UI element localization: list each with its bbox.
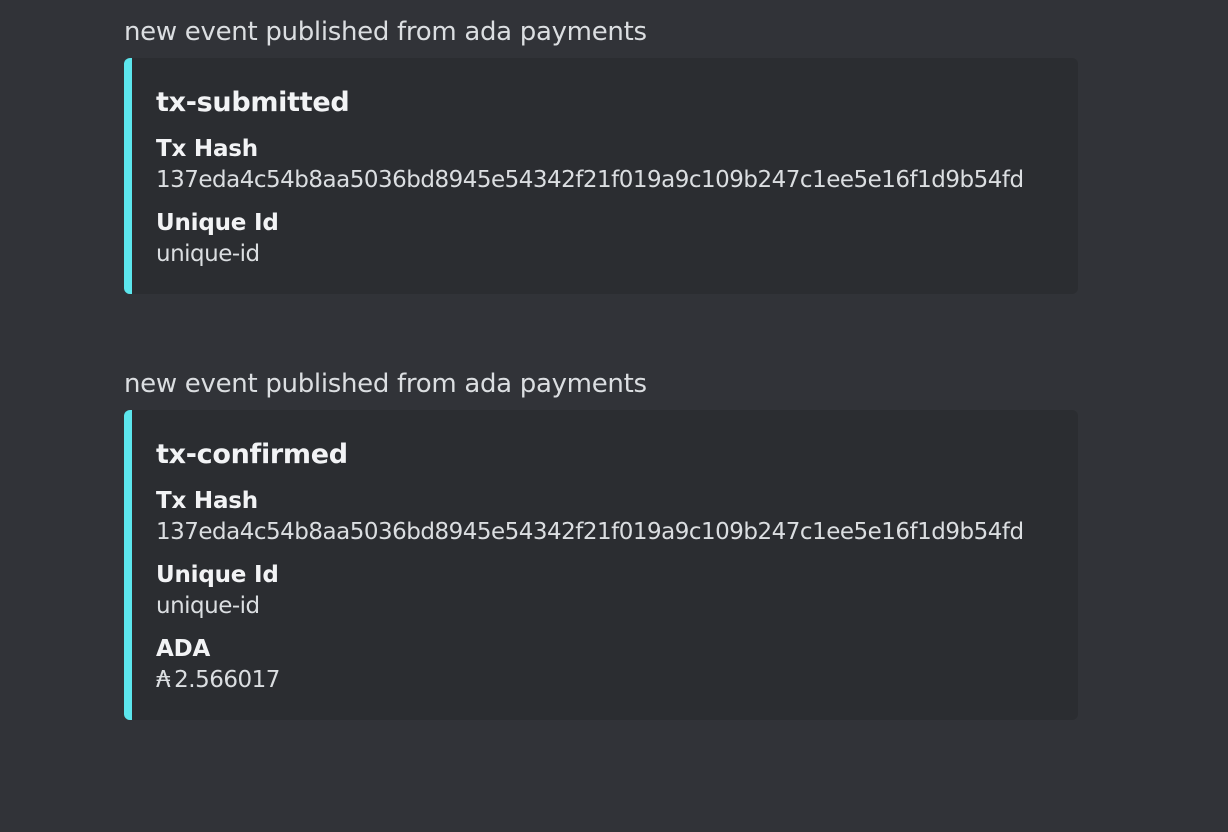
field-name: ADA [156, 636, 211, 662]
embed-card: tx-submitted Tx Hash 137eda4c54b8aa5036b… [124, 58, 1078, 294]
field-name: Unique Id [156, 210, 279, 236]
field-value: 137eda4c54b8aa5036bd8945e54342f21f019a9c… [156, 167, 1024, 193]
field-name: Tx Hash [156, 136, 258, 162]
field-value: unique-id [156, 593, 260, 619]
message-2: new event published from ada payments tx… [124, 368, 1078, 720]
embed-card: tx-confirmed Tx Hash 137eda4c54b8aa5036b… [124, 410, 1078, 720]
embed-field-unique-id: Unique Id unique-id [156, 208, 1054, 270]
embed-field-unique-id: Unique Id unique-id [156, 560, 1054, 622]
ada-currency-icon: ₳ [156, 667, 171, 693]
field-value: unique-id [156, 241, 260, 267]
field-value: 137eda4c54b8aa5036bd8945e54342f21f019a9c… [156, 519, 1024, 545]
embed-title: tx-confirmed [156, 439, 348, 470]
embed-field-tx-hash: Tx Hash 137eda4c54b8aa5036bd8945e54342f2… [156, 134, 1054, 196]
embed-field-ada: ADA ₳ 2.566017 [156, 634, 1054, 696]
message-text: new event published from ada payments [124, 369, 647, 399]
embed-field-tx-hash: Tx Hash 137eda4c54b8aa5036bd8945e54342f2… [156, 486, 1054, 548]
ada-amount: 2.566017 [174, 667, 280, 693]
field-name: Tx Hash [156, 488, 258, 514]
embed-title: tx-submitted [156, 87, 350, 118]
message-text: new event published from ada payments [124, 17, 647, 47]
message-1: new event published from ada payments tx… [124, 16, 1078, 294]
field-name: Unique Id [156, 562, 279, 588]
field-value: ₳ 2.566017 [156, 664, 1054, 696]
